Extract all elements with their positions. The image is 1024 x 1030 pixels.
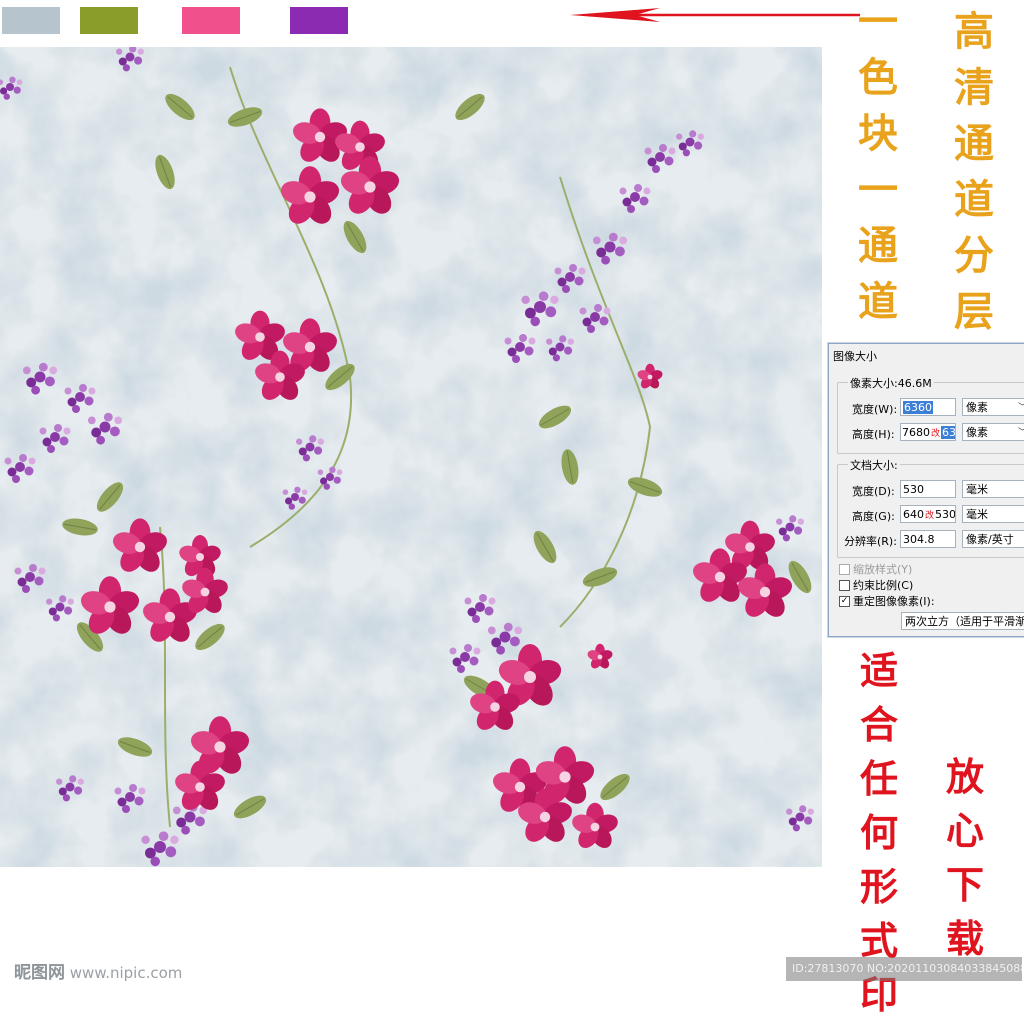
- swatch-olive: [80, 7, 138, 34]
- annotation-download-safe: 放心下载: [946, 758, 984, 974]
- doc-width-unit-select[interactable]: 毫米: [962, 480, 1024, 498]
- swatch-purple: [290, 7, 348, 34]
- nipic-url: www.nipic.com: [69, 964, 183, 982]
- annotation-char: 道: [954, 176, 994, 223]
- doc-height-old: 640: [903, 508, 924, 521]
- doc-width-label: 宽度(D):: [852, 485, 895, 498]
- annotation-char: 道: [858, 278, 898, 325]
- dialog-title: 图像大小: [833, 350, 877, 363]
- nipic-logo: 昵图网: [14, 963, 65, 983]
- annotation-char: 清: [954, 64, 994, 111]
- annotation-char: 高: [954, 8, 994, 55]
- checkbox-unchecked-icon: [839, 563, 850, 575]
- annotation-char: 下: [946, 862, 985, 907]
- scale-styles-label: 缩放样式(Y): [853, 563, 913, 576]
- document-size-group: 文档大小: 宽度(D): 530 毫米 高度(G): 640改530 毫米 分辨…: [837, 457, 1024, 558]
- annotation-char: 任: [860, 756, 899, 801]
- image-size-dialog: 图像大小 像素大小:46.6M 宽度(W): 6360 像素 ﹀ 高度(H): 7…: [828, 343, 1024, 637]
- nipic-watermark: 昵图网 www.nipic.com: [14, 958, 182, 983]
- red-arrow-icon: [570, 8, 860, 22]
- resample-checkbox[interactable]: ✓ 重定图像像素(I):: [839, 593, 935, 609]
- annotation-char: 层: [954, 288, 994, 335]
- height-value-old: 7680: [902, 426, 930, 439]
- annotation-char: 合: [860, 702, 899, 747]
- annotation-one-block-one-channel: 一色块一通道: [858, 2, 898, 338]
- annotation-char: 何: [860, 810, 899, 855]
- constrain-label: 约束比例(C): [853, 579, 914, 592]
- change-mark-icon: 改: [925, 511, 935, 521]
- change-mark-icon: 改: [931, 429, 941, 439]
- annotation-char: 通: [954, 120, 994, 167]
- annotation-char: 一: [858, 166, 898, 213]
- width-unit-select[interactable]: 像素 ﹀: [962, 398, 1024, 416]
- resolution-value: 304.8: [903, 533, 935, 546]
- annotation-char: 心: [946, 808, 985, 853]
- height-label: 高度(H):: [852, 428, 895, 441]
- annotation-char: 分: [954, 232, 994, 279]
- chevron-down-icon: ﹀: [1018, 424, 1024, 442]
- resample-method-select[interactable]: 两次立方（适用于平滑渐变）: [901, 612, 1024, 630]
- width-value: 6360: [903, 401, 933, 414]
- height-value-new: 6360: [941, 426, 955, 439]
- annotation-char: 通: [858, 222, 898, 269]
- annotation-char: 色: [858, 54, 898, 101]
- annotation-char: 放: [946, 754, 985, 799]
- width-unit-value: 像素: [966, 401, 988, 414]
- doc-height-unit-value: 毫米: [966, 508, 988, 521]
- document-size-label: 文档大小:: [848, 457, 900, 473]
- resolution-unit-select[interactable]: 像素/英寸: [962, 530, 1024, 548]
- doc-width-field[interactable]: 530: [900, 480, 956, 498]
- doc-width-unit-value: 毫米: [966, 483, 988, 496]
- resolution-field[interactable]: 304.8: [900, 530, 956, 548]
- chevron-down-icon: ﹀: [1018, 399, 1024, 417]
- checkbox-unchecked-icon: [839, 579, 850, 591]
- scale-styles-checkbox[interactable]: 缩放样式(Y): [839, 561, 912, 577]
- floral-pattern-image: [0, 47, 822, 867]
- height-unit-value: 像素: [966, 426, 988, 439]
- height-field[interactable]: 7680改6360: [900, 423, 956, 441]
- height-unit-select[interactable]: 像素 ﹀: [962, 423, 1024, 441]
- doc-width-value: 530: [903, 483, 924, 496]
- width-label: 宽度(W):: [852, 403, 898, 416]
- doc-height-field[interactable]: 640改530: [900, 505, 956, 523]
- constrain-proportions-checkbox[interactable]: 约束比例(C): [839, 577, 913, 593]
- swatch-pink: [182, 7, 240, 34]
- doc-height-new: 530: [935, 508, 956, 521]
- doc-height-unit-select[interactable]: 毫米: [962, 505, 1024, 523]
- annotation-char: 适: [860, 648, 899, 693]
- annotation-char: 印: [860, 972, 899, 1017]
- checkbox-checked-icon: ✓: [839, 595, 850, 607]
- annotation-hd-channel-layers: 高清通道分层: [954, 12, 994, 348]
- annotation-char: 块: [858, 110, 898, 157]
- pixel-size-group: 像素大小:46.6M 宽度(W): 6360 像素﹀ 高度(H): 7680改6…: [837, 375, 1024, 454]
- doc-height-label: 高度(G):: [852, 510, 895, 523]
- width-field[interactable]: 6360: [900, 398, 956, 416]
- annotation-char: 形: [860, 864, 899, 909]
- image-id-watermark: ID:27813070 NO:20201103084033845088: [786, 957, 1022, 981]
- pixel-size-label: 像素大小:46.6M: [848, 375, 934, 391]
- resolution-label: 分辨率(R):: [844, 535, 897, 548]
- resolution-unit-value: 像素/英寸: [966, 533, 1014, 546]
- swatch-gray-blue: [2, 7, 60, 34]
- resample-label: 重定图像像素(I):: [853, 595, 935, 608]
- annotation-char: 一: [858, 0, 898, 45]
